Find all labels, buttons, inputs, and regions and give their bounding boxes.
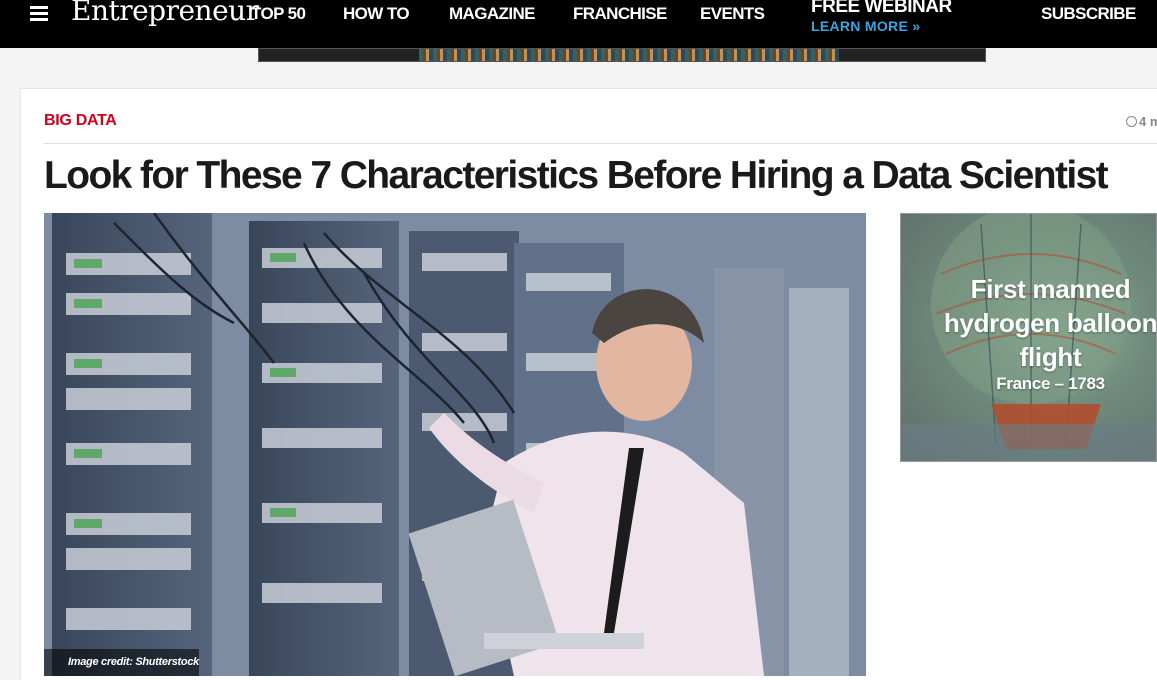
leaderboard-ad[interactable]	[258, 48, 986, 62]
side-advertisement[interactable]: First manned hydrogen balloon flight Fra…	[900, 213, 1157, 462]
webinar-promo-link[interactable]: FREE WEBINAR LEARN MORE »	[811, 0, 952, 34]
site-logo[interactable]: Entrepreneur	[71, 0, 259, 27]
server-room-illustration	[44, 213, 866, 676]
read-time-label: 4 m	[1139, 114, 1157, 129]
nav-item-events[interactable]: EVENTS	[700, 4, 765, 24]
webinar-title: FREE WEBINAR	[811, 0, 952, 17]
webinar-learn-more: LEARN MORE »	[811, 18, 921, 34]
nav-item-magazine[interactable]: MAGAZINE	[449, 4, 535, 24]
hamburger-icon[interactable]	[30, 6, 48, 22]
nav-item-top50[interactable]: TOP 50	[251, 4, 306, 24]
top-navbar: Entrepreneur TOP 50 HOW TO MAGAZINE FRAN…	[0, 0, 1157, 48]
read-time: 4 m	[1126, 114, 1157, 129]
image-credit: Image credit: Shutterstock	[44, 649, 199, 676]
ad-title: First manned hydrogen balloon flight	[943, 274, 1157, 372]
article-hero-image: Image credit: Shutterstock	[44, 213, 866, 676]
article-category[interactable]: BIG DATA	[44, 112, 117, 130]
article-headline: Look for These 7 Characteristics Before …	[44, 154, 1109, 197]
ad-artwork	[419, 49, 839, 61]
nav-item-franchise[interactable]: FRANCHISE	[573, 4, 667, 24]
ad-subtitle: France – 1783	[996, 374, 1105, 393]
clock-icon	[1126, 116, 1137, 127]
divider	[44, 143, 1157, 144]
nav-item-howto[interactable]: HOW TO	[343, 4, 410, 24]
subscribe-link[interactable]: SUBSCRIBE	[1041, 4, 1136, 24]
